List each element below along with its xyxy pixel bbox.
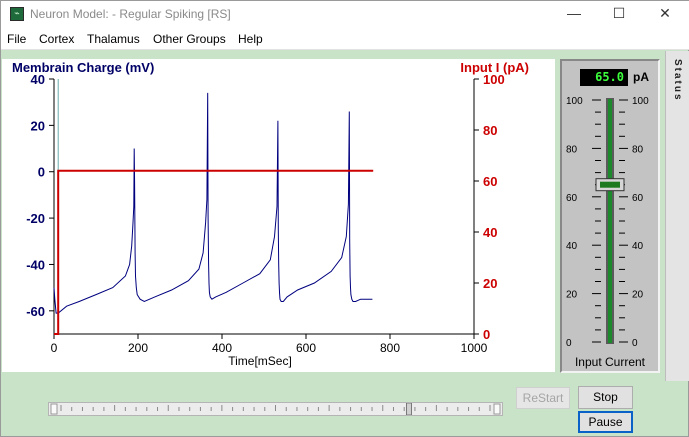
membrane-potential-line <box>53 92 373 314</box>
menu-help[interactable]: Help <box>238 32 263 46</box>
input-current-slider[interactable]: 100 100 80 80 60 60 40 40 20 20 0 0 <box>562 61 658 353</box>
time-scrollbar[interactable] <box>48 402 503 416</box>
input-current-panel: 65.0 pA 100 100 80 80 60 60 40 40 20 20 0 0 Input C… <box>560 59 660 373</box>
x-axis-title: Time[mSec] <box>228 354 292 368</box>
left-tick-label: -60 <box>26 304 45 319</box>
x-tick-label: 400 <box>212 341 232 355</box>
left-tick-label: 40 <box>31 72 45 87</box>
slider-scale-right: 60 <box>632 193 644 204</box>
left-tick-label: -20 <box>26 211 45 226</box>
menu-bar: File Cortex Thalamus Other Groups Help <box>1 28 689 50</box>
slider-scale-right: 100 <box>632 96 649 107</box>
left-tick-label: 0 <box>38 165 45 180</box>
input-current-line <box>54 169 374 335</box>
slider-scale-left: 80 <box>566 144 578 155</box>
slider-scale-right: 0 <box>632 338 638 349</box>
right-tick-label: 100 <box>483 72 505 87</box>
slider-scale-right: 80 <box>632 144 644 155</box>
restart-button[interactable]: ReStart <box>516 387 570 409</box>
x-tick-label: 1000 <box>461 341 488 355</box>
slider-scale-right: 40 <box>632 241 644 252</box>
slider-thumb-grip <box>600 181 620 188</box>
menu-thalamus[interactable]: Thalamus <box>87 32 140 46</box>
pause-button[interactable]: Pause <box>578 411 633 433</box>
maximize-button[interactable]: ☐ <box>596 1 642 28</box>
scroll-thumb <box>405 403 412 415</box>
status-label: Status <box>672 59 683 102</box>
membrane-chart: Membrain Charge (mV) Input I (pA)40200-20… <box>12 60 529 368</box>
status-panel-tab[interactable]: Status <box>665 51 689 381</box>
app-icon[interactable]: ⌁ <box>10 7 24 21</box>
app-window: ⌁ Neuron Model: - Regular Spiking [RS] —… <box>0 0 689 437</box>
right-tick-label: 0 <box>483 327 490 342</box>
stop-button[interactable]: Stop <box>578 386 633 409</box>
x-tick-label: 200 <box>128 341 148 355</box>
slider-scale-left: 20 <box>566 290 578 301</box>
membrane-chart-panel: Membrain Charge (mV) Input I (pA) 40 20 0 -20… <box>2 59 555 372</box>
right-tick-label: 80 <box>483 123 497 138</box>
title-bar[interactable]: ⌁ Neuron Model: - Regular Spiking [RS] —… <box>1 1 689 28</box>
slider-scale-left: 100 <box>566 96 583 107</box>
menu-other-groups[interactable]: Other Groups <box>153 32 226 46</box>
window-title: Neuron Model: - Regular Spiking [RS] <box>30 7 231 21</box>
scroll-left-end <box>50 403 58 415</box>
slider-scale-left: 40 <box>566 241 578 252</box>
slider-fill <box>608 99 612 343</box>
minimize-button[interactable]: — <box>551 1 597 28</box>
slider-scale-left: 60 <box>566 193 578 204</box>
slider-scale-left: 0 <box>566 338 572 349</box>
slider-scale-right: 20 <box>632 290 644 301</box>
input-current-label: Input Current <box>574 355 646 369</box>
scroll-right-end <box>493 403 501 415</box>
time-scrollbar-ticks <box>50 403 501 415</box>
menu-file[interactable]: File <box>7 32 26 46</box>
right-tick-label: 20 <box>483 276 497 291</box>
x-tick-label: 600 <box>296 341 316 355</box>
right-tick-label: 60 <box>483 174 497 189</box>
x-tick-label: 800 <box>380 341 400 355</box>
right-tick-label: 40 <box>483 225 497 240</box>
x-tick-label: 0 <box>51 341 58 355</box>
left-tick-label: -40 <box>26 257 45 272</box>
close-button[interactable]: ✕ <box>642 1 688 28</box>
left-tick-label: 20 <box>31 118 45 133</box>
menu-cortex[interactable]: Cortex <box>39 32 74 46</box>
